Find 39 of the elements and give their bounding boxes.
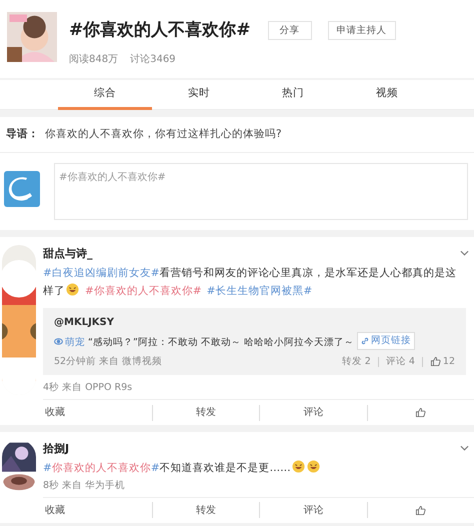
post-meta: 8秒 来自 华为手机 (43, 478, 126, 492)
stat-text: 阅读848万 (69, 52, 118, 66)
post-text: #你喜欢的人不喜欢你#不知道喜欢谁是不是更…… (43, 458, 466, 476)
intro-text: 你喜欢的人不喜欢你，你有过这样扎心的体验吗? (45, 126, 282, 142)
action-button[interactable]: 收藏 (45, 502, 65, 518)
apply-host-button[interactable]: 申请主持人 (328, 21, 396, 40)
thumbs-up-icon (415, 504, 426, 516)
chevron-down-icon (460, 445, 469, 451)
like-button[interactable] (415, 504, 426, 516)
repost-text: 萌宠 “感动吗？”阿拉：不敢动 不敢动～ 哈哈哈小阿拉今天漂了～ 网页链接 (54, 332, 455, 350)
thumbs-up-icon (415, 407, 426, 418)
action-button[interactable]: 转发 (196, 405, 216, 420)
repost-author[interactable]: @MKLJKSY (54, 314, 455, 330)
post-meta: 4秒 来自 OPPO R9s (43, 380, 134, 395)
tab[interactable]: 实时 (152, 80, 246, 110)
emoji-icon (66, 282, 79, 296)
post-text: #白夜追凶编剧前女友#看营销号和网友的评论心里真凉，是水军还是人心都真的是这样了 #你喜欢的人不喜欢你# #长生生物官网被黑# (43, 266, 458, 298)
like-button[interactable] (415, 407, 426, 418)
tab[interactable]: 综合 (58, 80, 152, 110)
action-button[interactable]: 评论 (303, 405, 324, 420)
author-name[interactable]: 甜点与诗_ (43, 246, 466, 262)
thumbs-up-icon (430, 356, 441, 368)
intro-label: 导语： (6, 126, 39, 142)
eye-icon (54, 336, 63, 346)
share-button[interactable]: 分享 (268, 21, 312, 40)
post-meta: 52分钟前 来自 微博视频 (54, 354, 162, 368)
tab[interactable]: 视频 (340, 80, 434, 110)
link-icon (360, 336, 369, 344)
stat-text: 讨论3469 (130, 52, 176, 66)
action-button[interactable]: 收藏 (45, 405, 65, 420)
tab[interactable]: 热门 (246, 80, 340, 110)
chevron-down-icon (460, 250, 469, 256)
topic-title: #你喜欢的人不喜欢你# (69, 19, 250, 42)
action-button[interactable]: 评论 (303, 502, 324, 518)
emoji-icon (292, 460, 305, 472)
emoji-icon (306, 460, 320, 472)
author-name[interactable]: 拾捌J (43, 441, 466, 458)
action-button[interactable]: 转发 (196, 502, 216, 518)
compose-field[interactable]: #你喜欢的人不喜欢你# (54, 163, 468, 220)
